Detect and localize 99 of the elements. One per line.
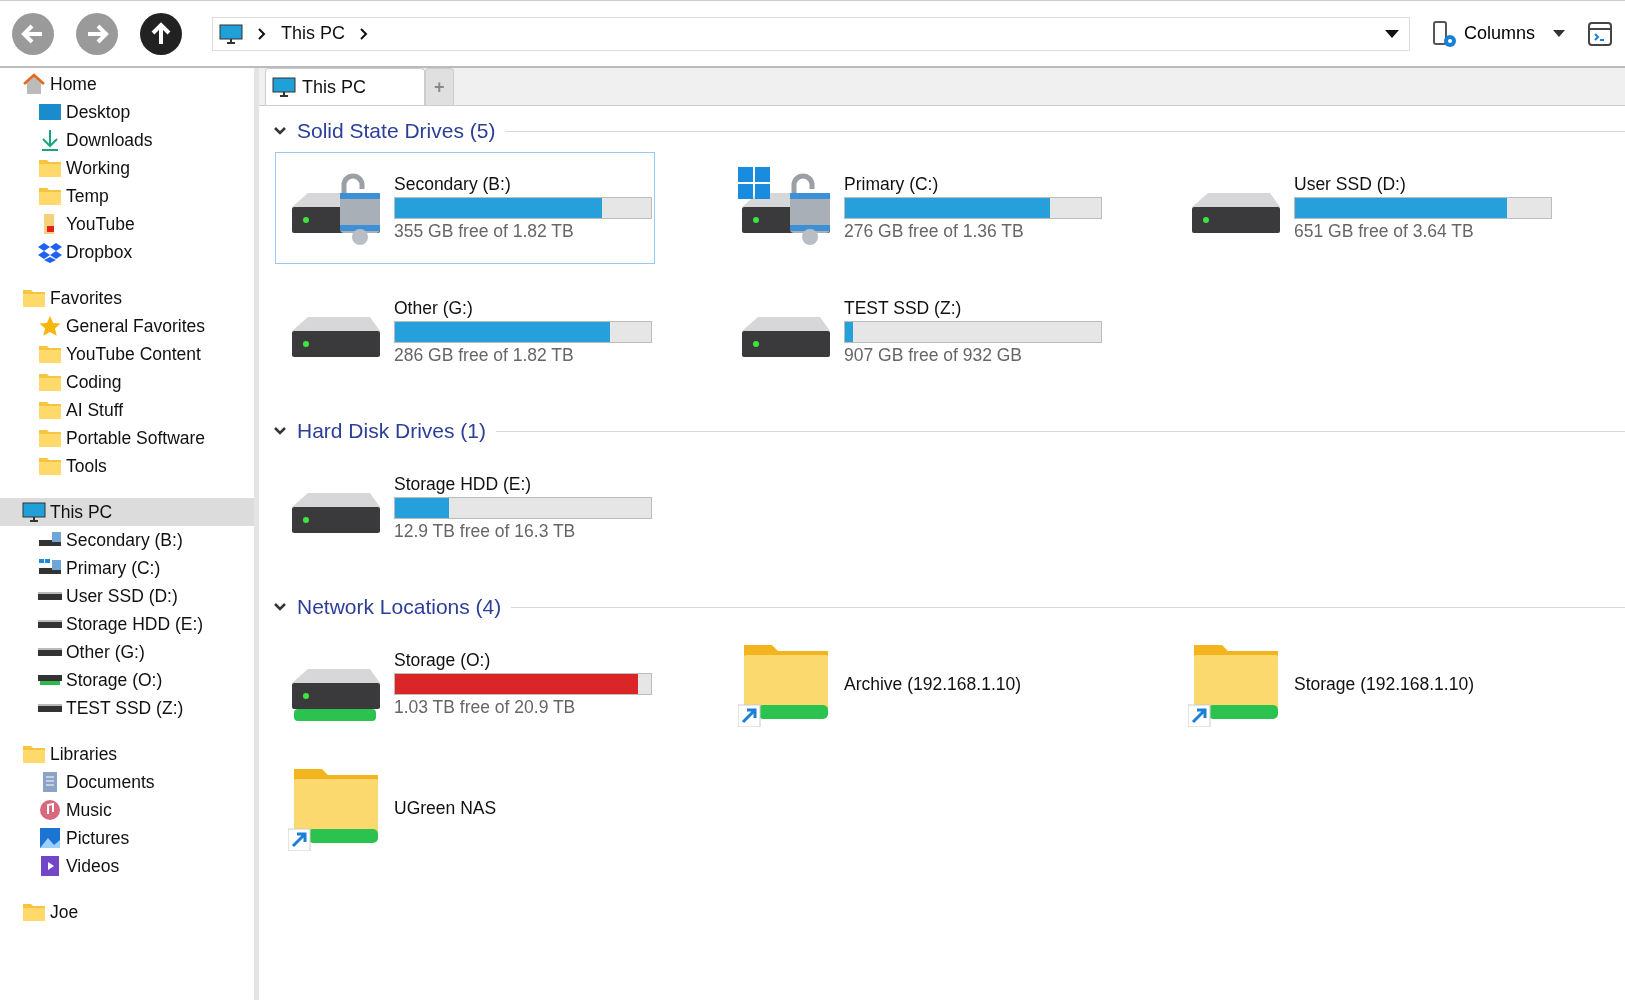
house-icon <box>22 73 46 95</box>
breadcrumb[interactable]: This PC <box>281 23 345 44</box>
view-icon <box>1431 19 1458 48</box>
drive-tile[interactable]: Secondary (B:) 355 GB free of 1.82 TB <box>275 152 655 264</box>
sidebar-item[interactable]: Downloads <box>0 126 254 154</box>
group-header: Network Locations (4) <box>297 595 502 619</box>
folder-icon <box>38 343 62 365</box>
free-space-text: 355 GB free of 1.82 TB <box>394 221 575 242</box>
chevron-icon <box>359 26 369 41</box>
folder-icon <box>22 287 46 309</box>
video-icon <box>38 855 62 877</box>
drive-name: Archive (192.168.1.10) <box>844 673 1022 695</box>
dropbox-icon <box>38 241 62 263</box>
address-bar[interactable]: This PC <box>212 16 1410 51</box>
drive-tile[interactable]: TEST SSD (Z:) 907 GB free of 932 GB <box>725 276 1105 388</box>
folder-icon <box>38 157 62 179</box>
monitor-icon <box>219 22 243 45</box>
folder-icon <box>38 185 62 207</box>
folder-icon <box>38 455 62 477</box>
view-button[interactable]: Columns <box>1431 19 1565 48</box>
sidebar-item[interactable]: Favorites <box>0 284 254 312</box>
sidebar-item[interactable]: This PC <box>0 498 254 526</box>
drive-icon <box>38 648 62 656</box>
folder-icon <box>22 901 46 923</box>
sidebar-item[interactable]: Home <box>0 70 254 98</box>
back-button[interactable] <box>12 12 54 55</box>
group-header: Solid State Drives (5) <box>297 119 496 143</box>
sidebar-item[interactable]: General Favorites <box>0 312 254 340</box>
drive-name: Storage HDD (E:) <box>394 474 533 495</box>
sidebar-item[interactable]: Libraries <box>0 740 254 768</box>
drive-name: Storage (O:) <box>394 650 492 671</box>
drive-name: Other (G:) <box>394 298 474 319</box>
tab[interactable]: This PC <box>265 68 425 105</box>
dropdown-icon[interactable] <box>1384 29 1399 38</box>
chevron-icon <box>257 26 267 41</box>
drive-name: UGreen NAS <box>394 797 497 819</box>
group-header: Hard Disk Drives (1) <box>297 419 487 443</box>
drive-tile[interactable]: Storage (O:) 1.03 TB free of 20.9 TB <box>275 628 655 740</box>
free-space-text: 276 GB free of 1.36 TB <box>844 221 1025 242</box>
drive-name: Secondary (B:) <box>394 174 512 195</box>
free-space-text: 651 GB free of 3.64 TB <box>1294 221 1475 242</box>
dropdown-icon <box>1553 30 1565 37</box>
desktop-icon <box>38 101 62 123</box>
sidebar-item[interactable]: Pictures <box>0 824 254 852</box>
drive-icon <box>38 620 62 628</box>
drive-tile[interactable]: Other (G:) 286 GB free of 1.82 TB <box>275 276 655 388</box>
sidebar-item[interactable]: Storage HDD (E:) <box>0 610 254 638</box>
free-space-text: 286 GB free of 1.82 TB <box>394 345 575 366</box>
sidebar-item[interactable]: Dropbox <box>0 238 254 266</box>
sidebar-item[interactable]: Coding <box>0 368 254 396</box>
sidebar-item[interactable]: Temp <box>0 182 254 210</box>
drive-name: Storage (192.168.1.10) <box>1294 673 1474 695</box>
sidebar-item[interactable]: YouTube Content <box>0 340 254 368</box>
drive-icon <box>38 704 62 712</box>
drive-tile[interactable]: Storage HDD (E:) 12.9 TB free of 16.3 TB <box>275 452 655 564</box>
sidebar-item[interactable]: User SSD (D:) <box>0 582 254 610</box>
sidebar-item[interactable]: TEST SSD (Z:) <box>0 694 254 722</box>
sidebar-item[interactable]: Other (G:) <box>0 638 254 666</box>
drive-tile[interactable]: Storage (192.168.1.10) <box>1175 628 1555 740</box>
network-drive-icon <box>38 675 62 685</box>
sidebar-item[interactable]: Documents <box>0 768 254 796</box>
folder-icon <box>38 371 62 393</box>
collapse-chevron-icon[interactable] <box>273 126 287 136</box>
sidebar-item[interactable]: Portable Software <box>0 424 254 452</box>
terminal-icon[interactable] <box>1587 20 1613 47</box>
folder-icon <box>38 399 62 421</box>
sidebar-item[interactable]: Primary (C:) <box>0 554 254 582</box>
collapse-chevron-icon[interactable] <box>273 426 287 436</box>
drive-icon <box>38 592 62 600</box>
sidebar-item[interactable]: Desktop <box>0 98 254 126</box>
picture-icon <box>38 827 62 849</box>
folder-icon <box>22 743 46 765</box>
monitor-icon <box>22 501 46 523</box>
sidebar-item[interactable]: Working <box>0 154 254 182</box>
sidebar-item[interactable]: Videos <box>0 852 254 880</box>
collapse-chevron-icon[interactable] <box>273 602 287 612</box>
free-space-text: 907 GB free of 932 GB <box>844 345 1024 366</box>
folder-icon <box>38 427 62 449</box>
drive-tile[interactable]: UGreen NAS <box>275 752 655 864</box>
sidebar-item[interactable]: Secondary (B:) <box>0 526 254 554</box>
sidebar-item[interactable]: Music <box>0 796 254 824</box>
sidebar-item[interactable]: Joe <box>0 898 254 926</box>
drive-tile[interactable]: Primary (C:) 276 GB free of 1.36 TB <box>725 152 1105 264</box>
sidebar-item[interactable]: AI Stuff <box>0 396 254 424</box>
free-space-text: 1.03 TB free of 20.9 TB <box>394 697 577 718</box>
free-space-text: 12.9 TB free of 16.3 TB <box>394 521 577 542</box>
sidebar-item[interactable]: Tools <box>0 452 254 480</box>
music-icon <box>38 799 62 821</box>
monitor-icon <box>272 76 296 98</box>
drive-name: Primary (C:) <box>844 174 940 195</box>
up-button[interactable] <box>140 12 182 55</box>
drive-name: TEST SSD (Z:) <box>844 298 963 319</box>
forward-button[interactable] <box>76 12 118 55</box>
drive-tile[interactable]: Archive (192.168.1.10) <box>725 628 1105 740</box>
sidebar-item[interactable]: Storage (O:) <box>0 666 254 694</box>
star-icon <box>38 315 62 337</box>
drive-tile[interactable]: User SSD (D:) 651 GB free of 3.64 TB <box>1175 152 1555 264</box>
drive-name: User SSD (D:) <box>1294 174 1407 195</box>
sidebar-item[interactable]: YouTube <box>0 210 254 238</box>
